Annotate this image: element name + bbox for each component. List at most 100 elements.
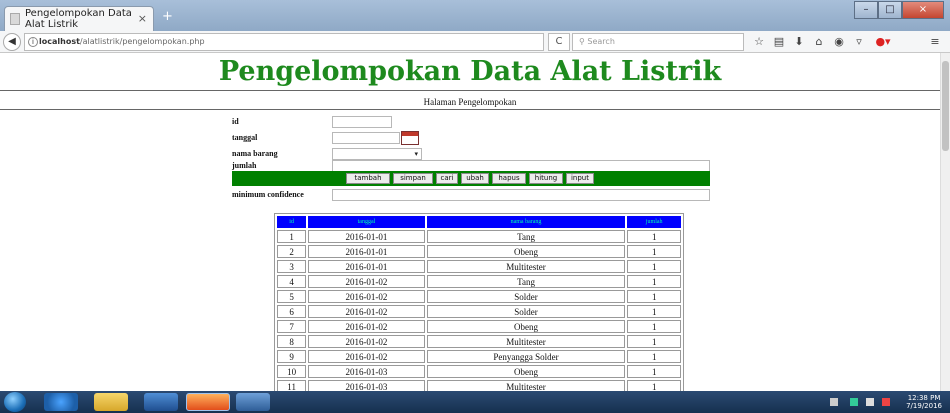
table-cell: 6 bbox=[277, 305, 307, 318]
table-cell: 1 bbox=[627, 380, 681, 391]
file-explorer-icon[interactable] bbox=[94, 393, 128, 411]
hapus-button[interactable]: hapus bbox=[492, 173, 526, 184]
tanggal-field[interactable] bbox=[332, 132, 400, 144]
table-cell: Multitester bbox=[426, 335, 626, 348]
calendar-icon[interactable] bbox=[401, 131, 419, 145]
table-cell: 1 bbox=[627, 350, 681, 363]
site-info-icon[interactable]: i bbox=[28, 37, 38, 47]
downloads-icon[interactable]: ⬇ bbox=[792, 35, 806, 49]
table-cell: 1 bbox=[627, 305, 681, 318]
pocket-icon[interactable]: ▿ bbox=[852, 35, 866, 49]
bookmark-star-icon[interactable]: ☆ bbox=[752, 35, 766, 49]
firefox-icon[interactable] bbox=[186, 393, 230, 411]
ubah-button[interactable]: ubah bbox=[461, 173, 489, 184]
table-cell: 2016-01-01 bbox=[308, 260, 425, 273]
home-icon[interactable]: ⌂ bbox=[812, 35, 826, 49]
table-cell: Penyangga Solder bbox=[426, 350, 626, 363]
table-cell: Multitester bbox=[426, 380, 626, 391]
id-field[interactable] bbox=[332, 116, 392, 128]
input-button[interactable]: input bbox=[566, 173, 594, 184]
url-path: /alatlistrik/pengelompokan.php bbox=[79, 37, 205, 46]
table-row: 7 2016-01-02 Obeng 1 bbox=[277, 320, 681, 333]
scrollbar-thumb[interactable] bbox=[942, 61, 949, 151]
minimize-button[interactable]: – bbox=[854, 1, 878, 19]
table-cell: 2016-01-02 bbox=[308, 275, 425, 288]
table-cell: 2016-01-02 bbox=[308, 305, 425, 318]
table-row: 4 2016-01-02 Tang 1 bbox=[277, 275, 681, 288]
network-icon[interactable] bbox=[850, 398, 858, 406]
table-cell: 2016-01-02 bbox=[308, 290, 425, 303]
address-bar[interactable]: i localhost/alatlistrik/pengelompokan.ph… bbox=[24, 33, 544, 51]
adblock-icon[interactable]: ●▾ bbox=[872, 35, 894, 49]
table-row: 2 2016-01-01 Obeng 1 bbox=[277, 245, 681, 258]
chat-icon[interactable]: ◉ bbox=[832, 35, 846, 49]
maximize-button[interactable]: □ bbox=[878, 1, 902, 19]
table-cell: 1 bbox=[277, 230, 307, 243]
table-cell: 2016-01-03 bbox=[308, 365, 425, 378]
column-header-id: id bbox=[277, 216, 307, 228]
taskbar-clock[interactable]: 12:38 PM 7/19/2016 bbox=[906, 394, 942, 410]
paint-icon[interactable] bbox=[236, 393, 270, 411]
divider bbox=[0, 109, 940, 110]
table-cell: Obeng bbox=[426, 320, 626, 333]
nama-barang-label: nama barang bbox=[232, 149, 278, 158]
tab-close-icon[interactable]: × bbox=[138, 12, 147, 25]
table-cell: Tang bbox=[426, 275, 626, 288]
hitung-button[interactable]: hitung bbox=[529, 173, 563, 184]
browser-tab[interactable]: Pengelompokan Data Alat Listrik × bbox=[4, 6, 154, 31]
chevron-down-icon: ▾ bbox=[414, 150, 418, 158]
table-cell: Multitester bbox=[426, 260, 626, 273]
table-cell: Solder bbox=[426, 290, 626, 303]
clock-time: 12:38 PM bbox=[907, 394, 941, 402]
table-row: 10 2016-01-03 Obeng 1 bbox=[277, 365, 681, 378]
search-input[interactable]: ⚲ Search bbox=[572, 33, 744, 51]
column-header-tanggal: tanggal bbox=[308, 216, 425, 228]
back-button[interactable]: ◀ bbox=[3, 33, 21, 51]
table-cell: 10 bbox=[277, 365, 307, 378]
window-controls: – □ × bbox=[854, 1, 944, 19]
table-cell: 1 bbox=[627, 260, 681, 273]
power-icon[interactable] bbox=[882, 398, 890, 406]
page-scrollbar[interactable] bbox=[940, 53, 950, 391]
browser-navbar: ◀ i localhost/alatlistrik/pengelompokan.… bbox=[0, 31, 950, 53]
min-confidence-field[interactable] bbox=[332, 189, 710, 201]
table-cell: 1 bbox=[627, 365, 681, 378]
table-row: 6 2016-01-02 Solder 1 bbox=[277, 305, 681, 318]
column-header-jumlah: jumlah bbox=[627, 216, 681, 228]
page-content: Pengelompokan Data Alat Listrik Halaman … bbox=[0, 53, 940, 391]
volume-icon[interactable] bbox=[866, 398, 874, 406]
jumlah-label: jumlah bbox=[232, 161, 257, 170]
id-label: id bbox=[232, 117, 239, 126]
start-button[interactable] bbox=[4, 392, 26, 412]
table-cell: 3 bbox=[277, 260, 307, 273]
table-cell: 11 bbox=[277, 380, 307, 391]
tambah-button[interactable]: tambah bbox=[346, 173, 390, 184]
media-player-icon[interactable] bbox=[144, 393, 178, 411]
search-placeholder: Search bbox=[587, 37, 615, 46]
reading-list-icon[interactable]: ▤ bbox=[772, 35, 786, 49]
table-row: 8 2016-01-02 Multitester 1 bbox=[277, 335, 681, 348]
table-cell: 2016-01-02 bbox=[308, 320, 425, 333]
table-cell: 2016-01-01 bbox=[308, 245, 425, 258]
table-cell: 9 bbox=[277, 350, 307, 363]
table-cell: 1 bbox=[627, 245, 681, 258]
nama-barang-select[interactable]: ▾ bbox=[332, 148, 422, 160]
tray-expand-icon[interactable] bbox=[830, 398, 838, 406]
table-cell: 7 bbox=[277, 320, 307, 333]
column-header-nama-barang: nama barang bbox=[426, 216, 626, 228]
reload-button[interactable]: C bbox=[548, 33, 570, 51]
table-cell: Tang bbox=[426, 230, 626, 243]
internet-explorer-icon[interactable] bbox=[44, 393, 78, 411]
table-header-row: id tanggal nama barang jumlah bbox=[277, 216, 681, 228]
table-cell: 1 bbox=[627, 320, 681, 333]
table-row: 5 2016-01-02 Solder 1 bbox=[277, 290, 681, 303]
table-cell: 8 bbox=[277, 335, 307, 348]
close-window-button[interactable]: × bbox=[902, 1, 944, 19]
cari-button[interactable]: cari bbox=[436, 173, 458, 184]
menu-icon[interactable]: ≡ bbox=[928, 35, 942, 49]
table-row: 11 2016-01-03 Multitester 1 bbox=[277, 380, 681, 391]
new-tab-button[interactable]: + bbox=[162, 9, 173, 24]
table-cell: 5 bbox=[277, 290, 307, 303]
simpan-button[interactable]: simpan bbox=[393, 173, 433, 184]
table-cell: 2016-01-03 bbox=[308, 380, 425, 391]
